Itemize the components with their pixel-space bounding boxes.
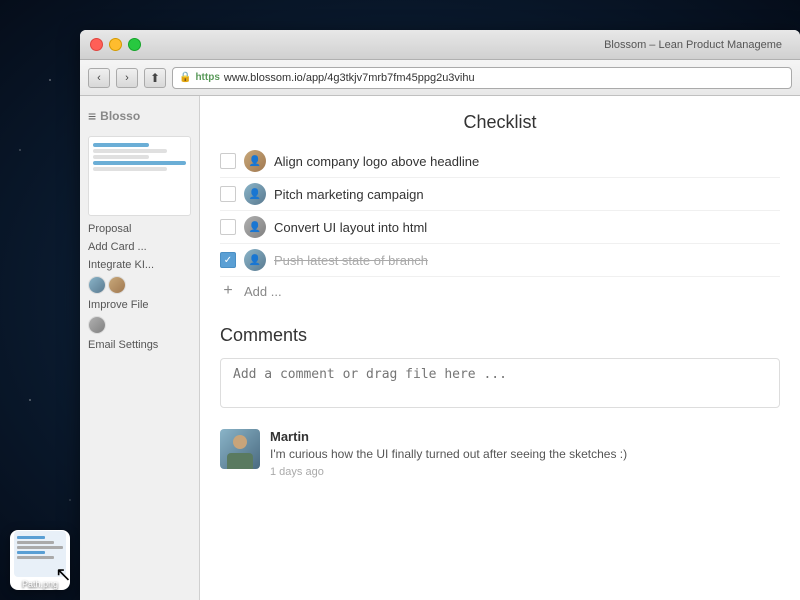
- sidebar-avatars: [80, 274, 199, 296]
- maximize-button[interactable]: [128, 38, 141, 51]
- checklist-item: 👤 Align company logo above headline ×: [220, 145, 780, 178]
- sidebar-avatars-2: [80, 314, 199, 336]
- cursor: ↖: [55, 565, 72, 585]
- item-checkbox-3[interactable]: [220, 219, 236, 235]
- item-text-2: Pitch marketing campaign: [274, 187, 756, 202]
- avatar-1: [88, 276, 106, 294]
- forward-button[interactable]: ›: [116, 68, 138, 88]
- avatar-face: 👤: [244, 216, 266, 238]
- sidebar-item-improve[interactable]: Improve File: [80, 296, 199, 314]
- checklist-items: 👤 Align company logo above headline × 👤 …: [220, 145, 780, 305]
- preview-line: [17, 546, 63, 549]
- comment-avatar: [220, 429, 260, 469]
- browser-title: Blossom – Lean Product Manageme: [147, 39, 790, 51]
- address-bar[interactable]: 🔒 https www.blossom.io/app/4g3tkjv7mrb7f…: [172, 67, 792, 89]
- card-preview: [88, 136, 191, 216]
- sidebar-item-email[interactable]: Email Settings: [80, 336, 199, 354]
- comment-item: Martin I'm curious how the UI finally tu…: [220, 429, 780, 478]
- close-button[interactable]: [90, 38, 103, 51]
- preview-line: [17, 541, 54, 544]
- preview-line: [17, 536, 45, 539]
- item-text-4: Push latest state of branch: [274, 253, 756, 268]
- browser-titlebar: Blossom – Lean Product Manageme: [80, 30, 800, 60]
- preview-line: [93, 149, 167, 153]
- sidebar: ≡ Blosso Proposal Add Card ... Integrate…: [80, 96, 200, 600]
- sidebar-header: ≡ Blosso: [80, 104, 199, 128]
- avatar-3: [88, 316, 106, 334]
- comment-text: I'm curious how the UI finally turned ou…: [270, 446, 780, 463]
- item-checkbox-1[interactable]: [220, 153, 236, 169]
- comment-input[interactable]: [220, 358, 780, 408]
- add-plus-icon: +: [220, 283, 236, 299]
- checklist-title: Checklist: [220, 112, 780, 133]
- lock-icon: 🔒: [179, 72, 191, 83]
- taskbar-icon-label: Path.png: [22, 579, 58, 589]
- item-avatar-2: 👤: [244, 183, 266, 205]
- share-button[interactable]: ⬆: [144, 68, 166, 88]
- comment-author: Martin: [270, 429, 780, 444]
- sidebar-item-proposal[interactable]: Proposal: [80, 220, 199, 238]
- preview-line: [93, 143, 149, 147]
- sidebar-logo: Blosso: [100, 109, 140, 123]
- menu-icon: ≡: [88, 108, 96, 124]
- sidebar-item-add-card[interactable]: Add Card ...: [80, 238, 199, 256]
- preview-line: [17, 551, 45, 554]
- avatar-face: 👤: [244, 150, 266, 172]
- browser-toolbar: ‹ › ⬆ 🔒 https www.blossom.io/app/4g3tkjv…: [80, 60, 800, 96]
- item-checkbox-2[interactable]: [220, 186, 236, 202]
- checklist-item: 👤 Pitch marketing campaign ×: [220, 178, 780, 211]
- comment-body: Martin I'm curious how the UI finally tu…: [270, 429, 780, 478]
- checklist-item: 👤 Push latest state of branch ×: [220, 244, 780, 277]
- minimize-button[interactable]: [109, 38, 122, 51]
- item-avatar-1: 👤: [244, 150, 266, 172]
- sidebar-item-integrate[interactable]: Integrate KI...: [80, 256, 199, 274]
- browser-content: ≡ Blosso Proposal Add Card ... Integrate…: [80, 96, 800, 600]
- preview-line: [93, 167, 167, 171]
- back-button[interactable]: ‹: [88, 68, 110, 88]
- browser-window: Blossom – Lean Product Manageme ‹ › ⬆ 🔒 …: [80, 30, 800, 600]
- preview-line: [93, 155, 149, 159]
- item-checkbox-4[interactable]: [220, 252, 236, 268]
- item-avatar-3: 👤: [244, 216, 266, 238]
- https-label: https: [195, 72, 219, 83]
- avatar-face: 👤: [244, 249, 266, 271]
- address-text: www.blossom.io/app/4g3tkjv7mrb7fm45ppg2u…: [224, 72, 475, 84]
- avatar-head: [233, 435, 247, 449]
- item-text-3: Convert UI layout into html: [274, 220, 756, 235]
- checklist-item: 👤 Convert UI layout into html ×: [220, 211, 780, 244]
- item-avatar-4: 👤: [244, 249, 266, 271]
- item-text-1: Align company logo above headline: [274, 154, 756, 169]
- add-item-row[interactable]: + Add ...: [220, 277, 780, 305]
- avatar-face: 👤: [244, 183, 266, 205]
- comment-time: 1 days ago: [270, 466, 780, 478]
- add-item-label: Add ...: [244, 284, 282, 299]
- avatar-2: [108, 276, 126, 294]
- avatar-body: [227, 453, 253, 469]
- comments-title: Comments: [220, 325, 780, 346]
- main-area: Checklist 👤 Align company logo above hea…: [200, 96, 800, 600]
- preview-line: [17, 556, 54, 559]
- preview-line: [93, 161, 186, 165]
